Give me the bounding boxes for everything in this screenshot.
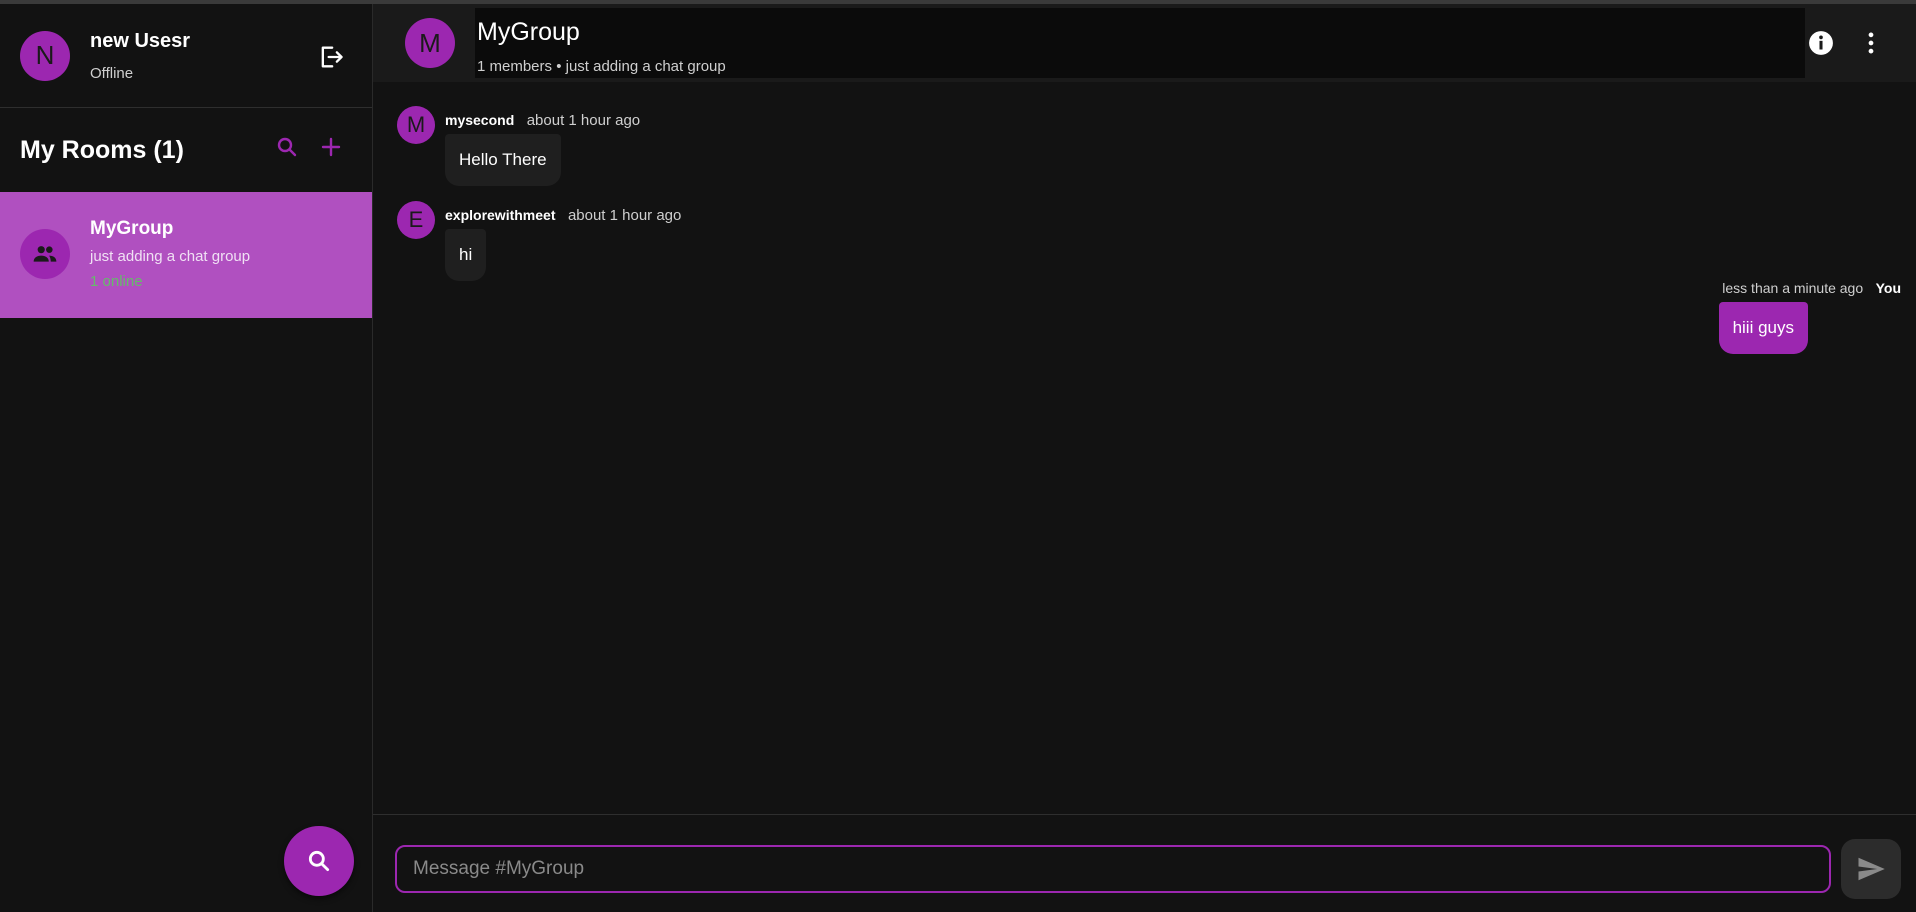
chat-header: M MyGroup 1 members • just adding a chat… [373,4,1916,82]
message-bubble: Hello There [445,134,561,186]
room-online-count: 1 online [90,273,143,290]
message-avatar[interactable]: E [397,201,435,239]
chat-main: M MyGroup 1 members • just adding a chat… [373,4,1916,912]
logout-button[interactable] [316,42,346,72]
info-icon [1809,31,1833,55]
room-name: MyGroup [90,218,174,239]
search-rooms-button[interactable] [274,134,300,160]
message-bubble: hi [445,229,487,281]
user-status: Offline [90,64,134,82]
more-vert-icon [1868,32,1874,54]
message-input[interactable] [395,845,1831,893]
user-avatar[interactable]: N [20,30,70,81]
own-message-header: less than a minute ago You [1722,280,1901,298]
message-list: M mysecond about 1 hour ago Hello There … [373,82,1916,814]
group-icon [33,246,57,262]
more-options-button[interactable] [1858,30,1884,56]
own-message-bubble: hiii guys [1718,302,1808,354]
room-text: MyGroup just adding a chat group 1 onlin… [90,218,250,290]
own-message-time: less than a minute ago [1722,280,1864,296]
chat-title: MyGroup [477,18,580,46]
rooms-header: My Rooms (1) [0,108,372,192]
search-fab-button[interactable] [284,826,354,896]
message-author: mysecond [445,112,515,128]
search-icon [308,850,330,872]
user-header: N new Usesr Offline [0,4,372,108]
message-avatar[interactable]: M [397,106,435,144]
message-header: mysecond about 1 hour ago [445,112,640,130]
room-item-mygroup[interactable]: MyGroup just adding a chat group 1 onlin… [0,192,372,318]
user-name: new Usesr [90,29,191,52]
room-description: just adding a chat group [90,248,251,265]
chat-subtitle: 1 members • just adding a chat group [477,58,726,75]
send-button[interactable] [1841,839,1901,899]
message-time: about 1 hour ago [567,207,682,224]
rooms-title: My Rooms (1) [20,135,184,164]
chat-header-info: MyGroup 1 members • just adding a chat g… [475,8,1805,78]
message-time: about 1 hour ago [526,112,641,129]
logout-icon [321,46,343,68]
rooms-actions [274,134,344,160]
search-icon [277,137,297,157]
room-info-button[interactable] [1808,30,1834,56]
message-author: explorewithmeet [445,207,556,223]
send-icon [1858,857,1885,881]
app: N new Usesr Offline My Rooms (1) MyGroup… [0,4,1916,912]
message-composer [373,814,1916,912]
add-icon [321,137,341,157]
user-info: new Usesr Offline [90,30,190,82]
sidebar: N new Usesr Offline My Rooms (1) MyGroup… [0,4,373,912]
chat-header-actions [1808,30,1884,56]
own-message-author: You [1875,280,1901,296]
chat-avatar[interactable]: M [405,18,455,68]
add-room-button[interactable] [318,134,344,160]
room-avatar [20,229,70,279]
message-header: explorewithmeet about 1 hour ago [445,207,681,225]
